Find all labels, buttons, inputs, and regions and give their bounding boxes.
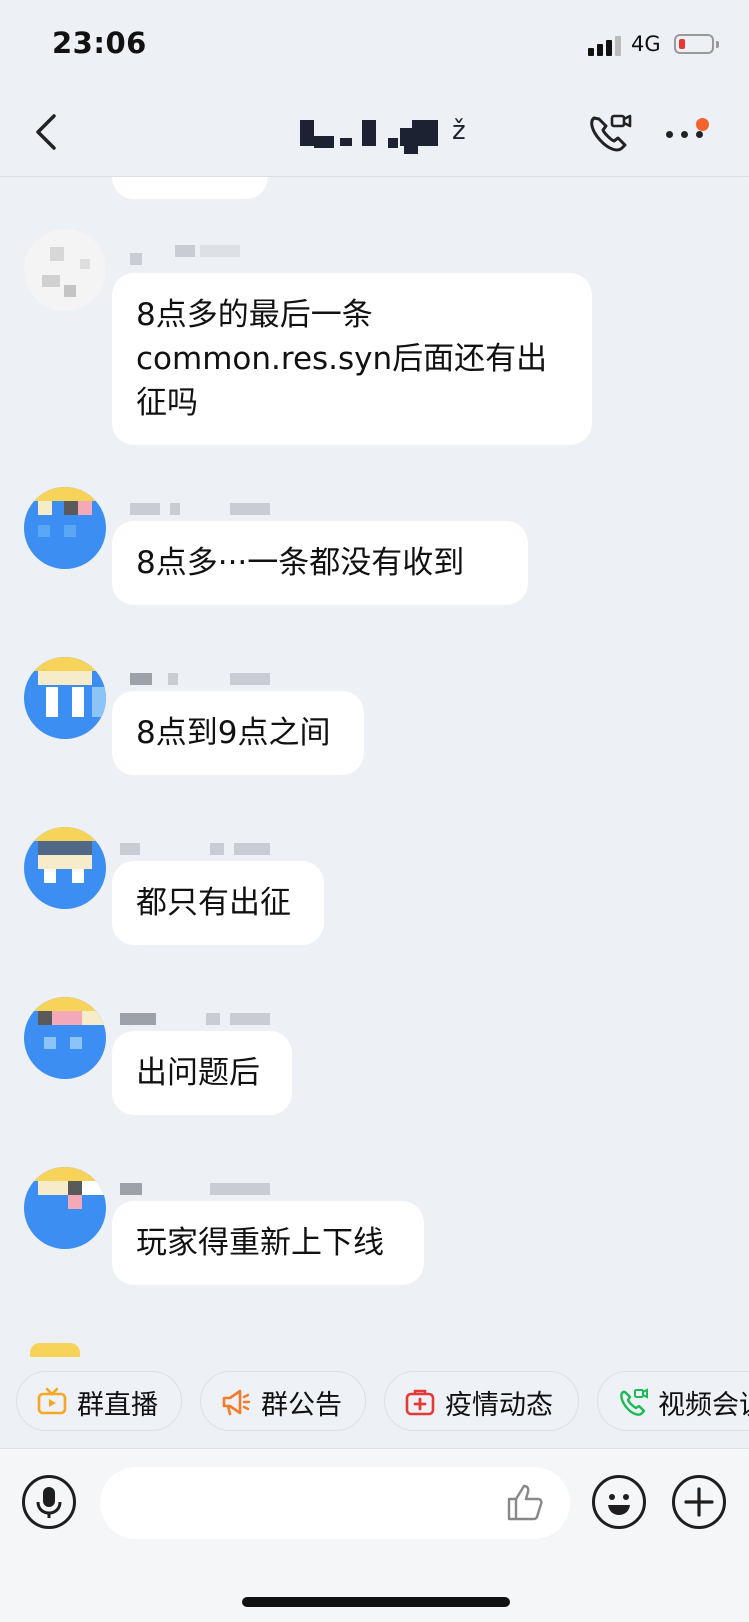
- avatar-partial: [30, 1343, 80, 1357]
- sender-name-pixelated: [120, 497, 280, 523]
- quick-action-label: 群直播: [77, 1390, 158, 1421]
- message-input[interactable]: [100, 1467, 570, 1539]
- smiley-icon: [608, 1494, 630, 1515]
- thumbs-up-icon[interactable]: [505, 1481, 547, 1523]
- quick-action-bar: 群直播 群公告 疫情动态 视频会议: [0, 1368, 749, 1436]
- quick-action-label: 疫情动态: [445, 1390, 553, 1421]
- message-bubble[interactable]: 8点多···一条都没有收到: [112, 521, 528, 605]
- add-button[interactable]: [672, 1475, 726, 1529]
- avatar[interactable]: [24, 487, 106, 569]
- avatar[interactable]: [24, 657, 106, 739]
- plus-icon: [684, 1487, 714, 1517]
- quick-action-label: 群公告: [261, 1390, 342, 1421]
- megaphone-icon: [222, 1389, 251, 1416]
- home-indicator[interactable]: [242, 1597, 510, 1607]
- medical-kit-icon: [405, 1389, 435, 1416]
- quick-action-label: 视频会议: [658, 1390, 749, 1421]
- signal-icon: [588, 34, 622, 56]
- quick-action-epidemic[interactable]: 疫情动态: [384, 1371, 579, 1431]
- emoji-button[interactable]: [592, 1475, 646, 1529]
- message-bubble[interactable]: 8点到9点之间: [112, 691, 364, 775]
- sender-name-pixelated: [120, 1177, 280, 1203]
- message-bubble[interactable]: 出问题后: [112, 1031, 292, 1115]
- quick-action-video-meeting[interactable]: 视频会议: [597, 1371, 749, 1431]
- message-bubble-partial[interactable]: [112, 177, 268, 199]
- message-bubble[interactable]: 玩家得重新上下线: [112, 1201, 424, 1285]
- quick-action-group-notice[interactable]: 群公告: [200, 1371, 366, 1431]
- avatar[interactable]: [24, 827, 106, 909]
- message-bubble[interactable]: 都只有出征: [112, 861, 324, 945]
- sender-name-pixelated: [120, 837, 280, 863]
- avatar[interactable]: [24, 1167, 106, 1249]
- sender-name-pixelated: [120, 667, 280, 693]
- chat-title-pixelated: ž: [300, 110, 490, 156]
- avatar[interactable]: [24, 997, 106, 1079]
- chat-header: ž: [0, 90, 749, 177]
- message-list[interactable]: 8点多的最后一条 common.res.syn后面还有出 征吗 8点多···一条…: [0, 177, 749, 1357]
- chevron-left-icon: [36, 114, 56, 150]
- microphone-icon: [36, 1487, 62, 1518]
- tv-icon: [37, 1387, 67, 1415]
- avatar[interactable]: [24, 229, 106, 311]
- status-time: 23:06: [52, 26, 147, 60]
- more-button[interactable]: [662, 110, 712, 156]
- back-button[interactable]: [28, 112, 68, 152]
- input-bar: [0, 1448, 749, 1622]
- battery-icon: [674, 34, 719, 54]
- quick-action-group-live[interactable]: 群直播: [16, 1371, 182, 1431]
- video-call-button[interactable]: [586, 110, 634, 156]
- status-bar: 23:06 4G: [0, 0, 749, 90]
- voice-button[interactable]: [22, 1475, 76, 1529]
- sender-name-pixelated: [120, 1007, 280, 1033]
- network-type: 4G: [631, 32, 661, 56]
- notification-dot: [696, 118, 709, 131]
- phone-video-icon: [590, 114, 632, 152]
- video-phone-icon: [620, 1388, 648, 1416]
- sender-name-pixelated: [120, 245, 280, 271]
- message-bubble[interactable]: 8点多的最后一条 common.res.syn后面还有出 征吗: [112, 273, 592, 445]
